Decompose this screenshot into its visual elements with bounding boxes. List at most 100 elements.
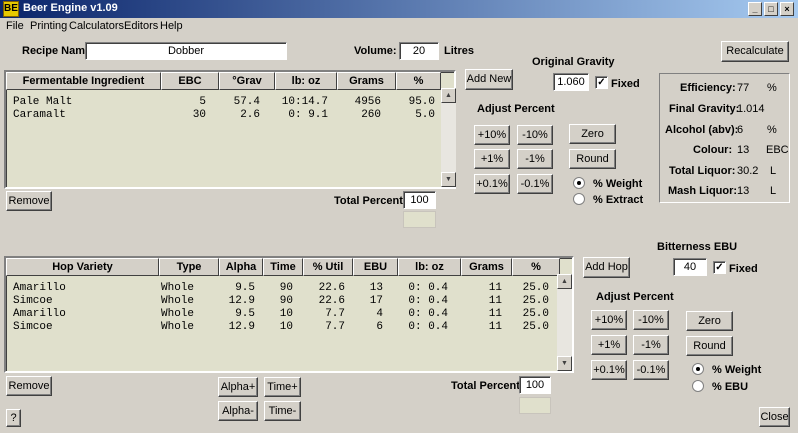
time-plus-button[interactable]: Time+ [264, 377, 301, 397]
ferm-name: Pale Malt [13, 96, 73, 108]
efficiency-value: 77 [737, 82, 750, 94]
ferm-scrollbar[interactable]: ▲ ▼ [441, 88, 456, 187]
time-minus-button[interactable]: Time- [264, 401, 301, 421]
hop-plus01-button[interactable]: +0.1% [591, 360, 627, 380]
hop-ebu: 6 [376, 321, 383, 333]
menu-file[interactable]: File [6, 20, 24, 32]
ferm-minus10-button[interactable]: -10% [517, 125, 553, 145]
mash-liquor-value: 13 [737, 185, 750, 197]
close-button[interactable]: Close [759, 407, 790, 427]
colour-value: 13 [737, 144, 750, 156]
menu-calculators[interactable]: Calculators [69, 20, 124, 32]
ferm-percent: 5.0 [415, 109, 435, 121]
help-button[interactable]: ? [6, 409, 21, 427]
ferm-extract-label: % Extract [593, 194, 644, 206]
efficiency-unit: % [767, 82, 777, 94]
hop-util: 22.6 [318, 282, 345, 294]
ferm-name: Caramalt [13, 109, 66, 121]
hop-col-ebu[interactable]: EBU [353, 258, 398, 276]
hop-lboz: 0: 0.4 [408, 308, 448, 320]
hop-grams: 11 [488, 308, 502, 320]
hop-ebu-label: % EBU [712, 381, 749, 393]
ferm-remove-button[interactable]: Remove [6, 191, 52, 211]
hop-variety: Amarillo [13, 308, 66, 320]
bitterness-fixed-checkbox[interactable]: ✓ [713, 261, 726, 274]
add-new-button[interactable]: Add New [465, 69, 513, 90]
hop-col-percent[interactable]: % [512, 258, 560, 276]
menu-help[interactable]: Help [160, 20, 183, 32]
hop-minus01-button[interactable]: -0.1% [633, 360, 669, 380]
hop-plus1-button[interactable]: +1% [591, 335, 627, 355]
hop-col-grams[interactable]: Grams [461, 258, 512, 276]
ferm-col-ingredient[interactable]: Fermentable Ingredient [6, 72, 161, 90]
hop-type: Whole [161, 321, 195, 333]
hop-total-value: 100 [519, 376, 551, 394]
maximize-button[interactable]: □ [764, 2, 778, 16]
hop-grams: 11 [488, 321, 502, 333]
menu-editors[interactable]: Editors [124, 20, 158, 32]
add-hop-button[interactable]: Add Hop [583, 257, 630, 278]
hop-util: 22.6 [318, 295, 345, 307]
ferm-weight-radio[interactable] [573, 177, 585, 189]
ferm-col-grav[interactable]: °Grav [219, 72, 275, 90]
efficiency-label: Efficiency: [680, 82, 736, 94]
ferm-minus1-button[interactable]: -1% [517, 149, 553, 169]
hops-scrollbar[interactable]: ▲ ▼ [557, 274, 572, 371]
hop-col-lboz[interactable]: lb: oz [398, 258, 461, 276]
alpha-minus-button[interactable]: Alpha- [218, 401, 258, 421]
hop-percent: 25.0 [522, 295, 549, 307]
ferm-col-grams[interactable]: Grams [337, 72, 396, 90]
hop-col-time[interactable]: Time [263, 258, 303, 276]
hop-col-type[interactable]: Type [159, 258, 219, 276]
hop-col-variety[interactable]: Hop Variety [6, 258, 159, 276]
alcohol-unit: % [767, 124, 777, 136]
minimize-button[interactable]: _ [748, 2, 762, 16]
recalculate-button[interactable]: Recalculate [721, 41, 789, 62]
ferm-col-ebc[interactable]: EBC [161, 72, 219, 90]
close-window-button[interactable]: × [780, 2, 794, 16]
og-fixed-checkbox[interactable]: ✓ [595, 76, 608, 89]
ferm-minus01-button[interactable]: -0.1% [517, 174, 553, 194]
hop-col-util[interactable]: % Util [303, 258, 353, 276]
recipe-name-input[interactable]: Dobber [85, 42, 287, 60]
ferm-zero-button[interactable]: Zero [569, 124, 616, 144]
ferm-lboz: 10:14.7 [281, 96, 328, 108]
hop-lboz: 0: 0.4 [408, 295, 448, 307]
hop-minus10-button[interactable]: -10% [633, 310, 669, 330]
hop-time: 10 [279, 321, 293, 333]
menu-printing[interactable]: Printing [30, 20, 67, 32]
ferm-total-label: Total Percent: [334, 195, 407, 207]
hop-variety: Simcoe [13, 321, 53, 333]
bitterness-input[interactable]: 40 [673, 258, 707, 276]
hop-round-button[interactable]: Round [686, 336, 733, 356]
hop-percent: 25.0 [522, 308, 549, 320]
hop-ebu-radio[interactable] [692, 380, 704, 392]
ferm-plus01-button[interactable]: +0.1% [474, 174, 510, 194]
hop-zero-button[interactable]: Zero [686, 311, 733, 331]
og-input[interactable]: 1.060 [553, 73, 589, 91]
ferm-total-indicator [403, 211, 436, 228]
app-icon: BE [3, 1, 19, 17]
hop-weight-radio[interactable] [692, 363, 704, 375]
alpha-plus-button[interactable]: Alpha+ [218, 377, 258, 397]
mash-liquor-label: Mash Liquor: [668, 185, 738, 197]
scroll-down-icon[interactable]: ▼ [441, 172, 456, 187]
hop-util: 7.7 [325, 308, 345, 320]
ferm-round-button[interactable]: Round [569, 149, 616, 169]
scroll-up-icon[interactable]: ▲ [557, 274, 572, 289]
ferm-plus10-button[interactable]: +10% [474, 125, 510, 145]
total-liquor-label: Total Liquor: [669, 165, 736, 177]
hop-remove-button[interactable]: Remove [6, 376, 52, 396]
hop-lboz: 0: 0.4 [408, 321, 448, 333]
hop-plus10-button[interactable]: +10% [591, 310, 627, 330]
hop-col-alpha[interactable]: Alpha [219, 258, 263, 276]
scroll-up-icon[interactable]: ▲ [441, 88, 456, 103]
scroll-down-icon[interactable]: ▼ [557, 356, 572, 371]
ferm-plus1-button[interactable]: +1% [474, 149, 510, 169]
ferm-col-percent[interactable]: % [396, 72, 441, 90]
hop-ebu: 13 [369, 282, 383, 294]
volume-input[interactable]: 20 [399, 42, 439, 60]
ferm-col-lboz[interactable]: lb: oz [275, 72, 337, 90]
hop-minus1-button[interactable]: -1% [633, 335, 669, 355]
ferm-extract-radio[interactable] [573, 193, 585, 205]
